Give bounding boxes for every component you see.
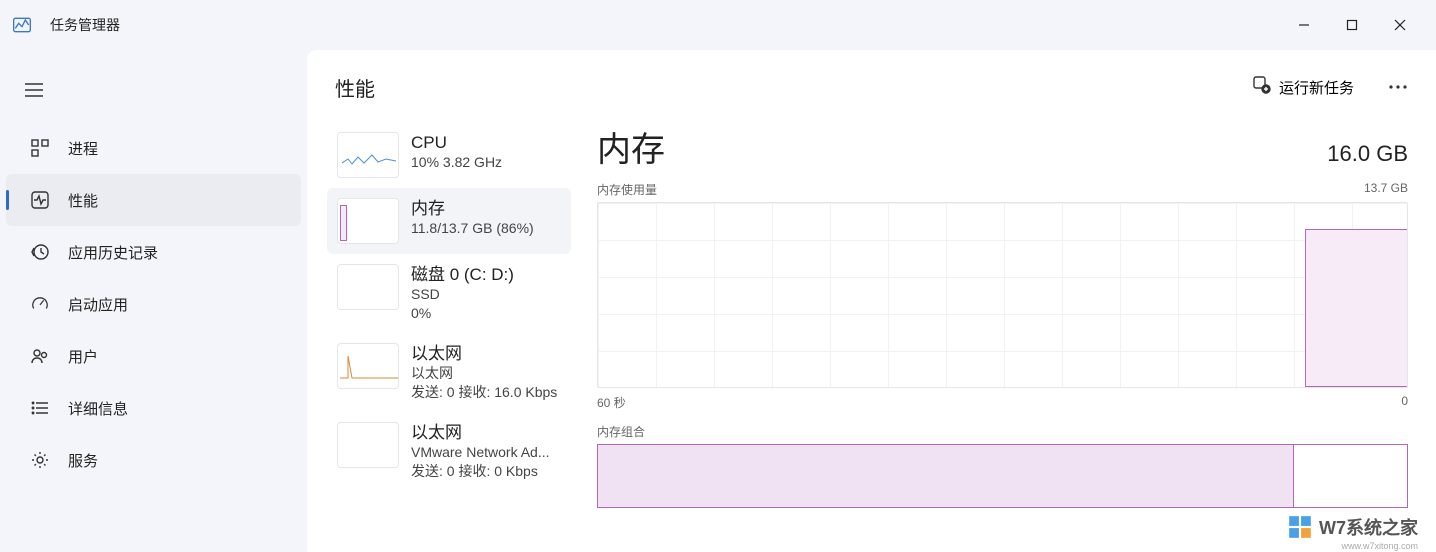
more-button[interactable]: [1376, 68, 1420, 106]
gauge-icon: [28, 295, 52, 313]
run-task-button[interactable]: 运行新任务: [1239, 68, 1368, 106]
nav-performance[interactable]: 性能: [6, 174, 301, 226]
pulse-icon: [28, 191, 52, 209]
perf-item-name: 以太网: [411, 422, 550, 443]
nav-label: 用户: [68, 346, 98, 367]
watermark-url: www.w7xitong.com: [1341, 541, 1418, 551]
nav-label: 详细信息: [68, 398, 128, 419]
window-controls: [1280, 5, 1424, 45]
list-icon: [28, 399, 52, 417]
nav-label: 启动应用: [68, 294, 128, 315]
perf-item-cpu[interactable]: CPU 10% 3.82 GHz: [327, 122, 571, 188]
memory-composition-bar: [597, 444, 1408, 508]
disk-thumb: [337, 264, 399, 310]
sidebar: 进程 性能 应用历史记录 启动应用 用户 详细信息 服务: [0, 50, 307, 552]
detail-total: 16.0 GB: [1327, 141, 1408, 167]
perf-item-memory[interactable]: 内存 11.8/13.7 GB (86%): [327, 188, 571, 254]
nav-label: 服务: [68, 450, 98, 471]
perf-item-disk[interactable]: 磁盘 0 (C: D:) SSD 0%: [327, 254, 571, 333]
ethernet-thumb: [337, 422, 399, 468]
perf-item-sub2: 发送: 0 接收: 16.0 Kbps: [411, 383, 557, 402]
run-task-label: 运行新任务: [1279, 77, 1354, 98]
close-button[interactable]: [1376, 5, 1424, 45]
page-title: 性能: [335, 73, 375, 102]
run-task-icon: [1253, 76, 1271, 98]
nav-app-history[interactable]: 应用历史记录: [6, 226, 301, 278]
perf-item-ethernet-2[interactable]: 以太网 VMware Network Ad... 发送: 0 接收: 0 Kbp…: [327, 412, 571, 491]
gear-icon: [28, 451, 52, 469]
detail-panel: 内存 16.0 GB 内存使用量 13.7 GB 60 秒 0 内存组合: [579, 110, 1436, 552]
detail-title: 内存: [597, 122, 665, 171]
composition-segment: [598, 445, 1294, 507]
users-icon: [28, 347, 52, 365]
app-title: 任务管理器: [50, 15, 120, 35]
history-icon: [28, 243, 52, 261]
perf-item-sub: VMware Network Ad...: [411, 443, 550, 462]
page-header: 性能 运行新任务: [307, 50, 1436, 110]
memory-usage-chart: [597, 202, 1408, 388]
content-panel: 性能 运行新任务 CPU 10% 3.82 GHz: [307, 50, 1436, 552]
watermark: W7系统之家 www.w7xitong.com: [1287, 514, 1418, 540]
grid-icon: [28, 139, 52, 157]
nav-details[interactable]: 详细信息: [6, 382, 301, 434]
usage-label: 内存使用量: [597, 181, 657, 198]
perf-item-sub: 以太网: [411, 364, 557, 383]
axis-left: 60 秒: [597, 394, 626, 411]
perf-item-sub: SSD: [411, 285, 514, 304]
hamburger-button[interactable]: [10, 70, 58, 110]
watermark-text: W7系统之家: [1319, 514, 1418, 540]
perf-item-name: 以太网: [411, 343, 557, 364]
nav-label: 进程: [68, 138, 98, 159]
perf-item-ethernet-1[interactable]: 以太网 以太网 发送: 0 接收: 16.0 Kbps: [327, 333, 571, 412]
composition-label: 内存组合: [597, 423, 1408, 440]
perf-item-name: 内存: [411, 198, 534, 219]
performance-list: CPU 10% 3.82 GHz 内存 11.8/13.7 GB (86%) 磁…: [307, 110, 579, 552]
perf-item-sub: 10% 3.82 GHz: [411, 153, 502, 172]
ethernet-thumb: [337, 343, 399, 389]
titlebar: 任务管理器: [0, 0, 1436, 50]
cpu-thumb: [337, 132, 399, 178]
nav-processes[interactable]: 进程: [6, 122, 301, 174]
app-icon: [12, 15, 32, 35]
usage-max: 13.7 GB: [1364, 181, 1408, 198]
chart-fill: [1305, 229, 1407, 387]
nav-services[interactable]: 服务: [6, 434, 301, 486]
nav-label: 性能: [68, 190, 98, 211]
memory-thumb: [337, 198, 399, 244]
perf-item-sub: 11.8/13.7 GB (86%): [411, 219, 534, 238]
perf-item-name: CPU: [411, 132, 502, 153]
nav-startup[interactable]: 启动应用: [6, 278, 301, 330]
perf-item-sub2: 发送: 0 接收: 0 Kbps: [411, 462, 550, 481]
nav-users[interactable]: 用户: [6, 330, 301, 382]
maximize-button[interactable]: [1328, 5, 1376, 45]
perf-item-sub2: 0%: [411, 304, 514, 323]
nav-label: 应用历史记录: [68, 242, 158, 263]
minimize-button[interactable]: [1280, 5, 1328, 45]
perf-item-name: 磁盘 0 (C: D:): [411, 264, 514, 285]
axis-right: 0: [1401, 394, 1408, 411]
watermark-logo: [1287, 514, 1313, 540]
